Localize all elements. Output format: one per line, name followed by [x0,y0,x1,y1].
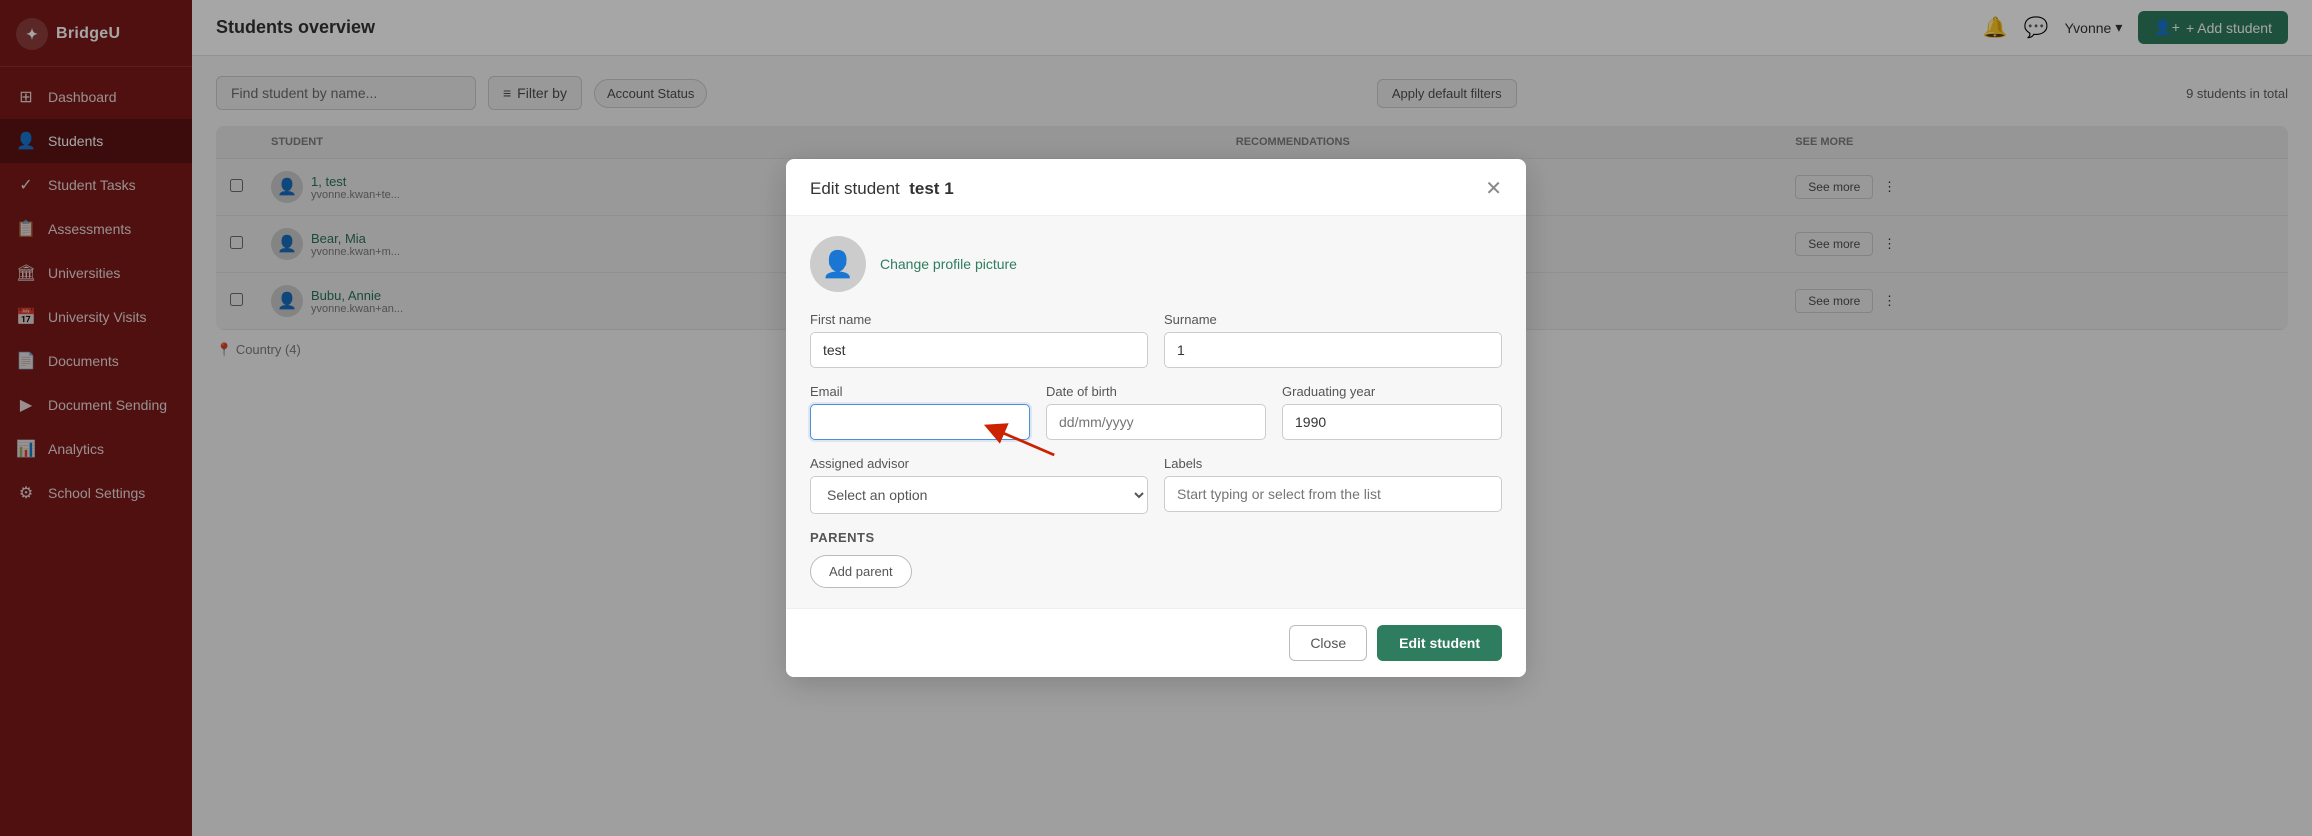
email-label: Email [810,384,1030,399]
labels-input[interactable] [1164,476,1502,512]
avatar-icon: 👤 [822,249,854,280]
assigned-advisor-select[interactable]: Select an option [810,476,1148,514]
advisor-labels-row: Assigned advisor Select an option Labels [810,456,1502,514]
assigned-advisor-label: Assigned advisor [810,456,1148,471]
modal-title: Edit student test 1 [810,179,954,199]
surname-input[interactable] [1164,332,1502,368]
dob-input[interactable] [1046,404,1266,440]
parents-title: PARENTS [810,530,1502,545]
avatar-section: 👤 Change profile picture [810,236,1502,292]
graduating-year-label: Graduating year [1282,384,1502,399]
modal-footer: Close Edit student [786,608,1526,677]
dob-label: Date of birth [1046,384,1266,399]
add-parent-button[interactable]: Add parent [810,555,912,588]
surname-label: Surname [1164,312,1502,327]
change-profile-picture-link[interactable]: Change profile picture [880,256,1017,272]
graduating-year-group: Graduating year [1282,384,1502,440]
modal-header: Edit student test 1 ✕ [786,159,1526,216]
first-name-input[interactable] [810,332,1148,368]
name-row: First name Surname [810,312,1502,368]
modal-close-button[interactable]: ✕ [1485,179,1502,199]
email-dob-row: Email Date of birth Graduating year [810,384,1502,440]
graduating-year-input[interactable] [1282,404,1502,440]
edit-student-button[interactable]: Edit student [1377,625,1502,661]
avatar-circle: 👤 [810,236,866,292]
surname-group: Surname [1164,312,1502,368]
email-group: Email [810,384,1030,440]
labels-label: Labels [1164,456,1502,471]
modal-overlay: Edit student test 1 ✕ 👤 Change profile p… [0,0,2312,836]
dob-group: Date of birth [1046,384,1266,440]
assigned-advisor-group: Assigned advisor Select an option [810,456,1148,514]
email-input[interactable] [810,404,1030,440]
labels-group: Labels [1164,456,1502,514]
first-name-label: First name [810,312,1148,327]
first-name-group: First name [810,312,1148,368]
parents-section: PARENTS Add parent [810,530,1502,588]
modal-body: 👤 Change profile picture First name Surn… [786,216,1526,608]
edit-student-modal: Edit student test 1 ✕ 👤 Change profile p… [786,159,1526,677]
close-button[interactable]: Close [1289,625,1367,661]
